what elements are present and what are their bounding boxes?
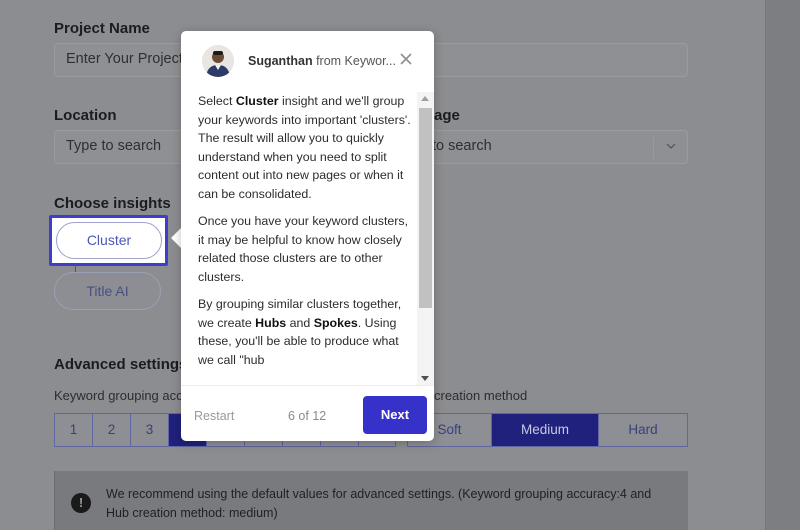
scroll-up-icon[interactable] xyxy=(421,96,429,101)
tooltip-header: Suganthan from Keywor... xyxy=(181,31,434,91)
tooltip-scrollbar[interactable] xyxy=(417,92,434,385)
avatar xyxy=(202,45,234,77)
tooltip-author: Suganthan from Keywor... xyxy=(248,54,398,68)
close-icon[interactable] xyxy=(399,52,415,68)
grouping-accuracy-label: Keyword grouping acc xyxy=(54,388,183,403)
grouping-option-1[interactable]: 1 xyxy=(55,414,93,446)
grouping-option-2[interactable]: 2 xyxy=(93,414,131,446)
author-name: Suganthan xyxy=(248,54,313,68)
next-button[interactable]: Next xyxy=(363,396,427,434)
language-label: age xyxy=(434,107,460,124)
scroll-down-icon[interactable] xyxy=(421,376,429,381)
language-placeholder: to search xyxy=(432,138,492,154)
exclamation-icon: ! xyxy=(71,493,91,513)
step-counter: 6 of 12 xyxy=(288,409,327,423)
restart-button[interactable]: Restart xyxy=(194,409,234,423)
tooltip-paragraph: By grouping similar clusters together, w… xyxy=(198,297,402,367)
tooltip-arrow xyxy=(171,228,181,248)
tooltip-paragraph: Once you have your keyword clusters, it … xyxy=(198,214,409,284)
cluster-highlight: Cluster xyxy=(49,215,168,266)
location-input[interactable]: Type to search xyxy=(54,130,194,164)
advanced-settings-label: Advanced settings xyxy=(54,356,188,373)
chevron-down-icon[interactable] xyxy=(653,137,687,159)
scrollbar-thumb[interactable] xyxy=(419,108,432,308)
tooltip-paragraph: Select Cluster insight and we'll group y… xyxy=(198,94,411,201)
tooltip-footer: Restart 6 of 12 Next xyxy=(181,385,434,441)
project-name-label: Project Name xyxy=(54,20,150,37)
author-source: from Keywor... xyxy=(316,54,396,68)
choose-insights-label: Choose insights xyxy=(54,195,171,212)
advanced-settings-notice: ! We recommend using the default values … xyxy=(54,471,688,530)
project-name-placeholder: Enter Your Project xyxy=(66,51,183,67)
location-label: Location xyxy=(54,107,117,124)
tooltip-body: Select Cluster insight and we'll group y… xyxy=(198,92,416,385)
location-placeholder: Type to search xyxy=(66,138,162,154)
insight-cluster-button[interactable]: Cluster xyxy=(56,222,162,259)
hub-option-medium[interactable]: Medium xyxy=(492,414,599,446)
insight-title-ai-button[interactable]: Title AI xyxy=(54,272,161,310)
grouping-option-3[interactable]: 3 xyxy=(131,414,169,446)
notice-text: We recommend using the default values fo… xyxy=(106,487,652,520)
hub-creation-selector: Soft Medium Hard xyxy=(407,413,688,447)
onboarding-tooltip: Suganthan from Keywor... Select Cluster … xyxy=(181,31,434,441)
hub-creation-label: creation method xyxy=(434,388,528,403)
language-select[interactable]: to search xyxy=(407,130,688,164)
hub-option-hard[interactable]: Hard xyxy=(599,414,687,446)
right-panel-edge xyxy=(765,0,800,530)
